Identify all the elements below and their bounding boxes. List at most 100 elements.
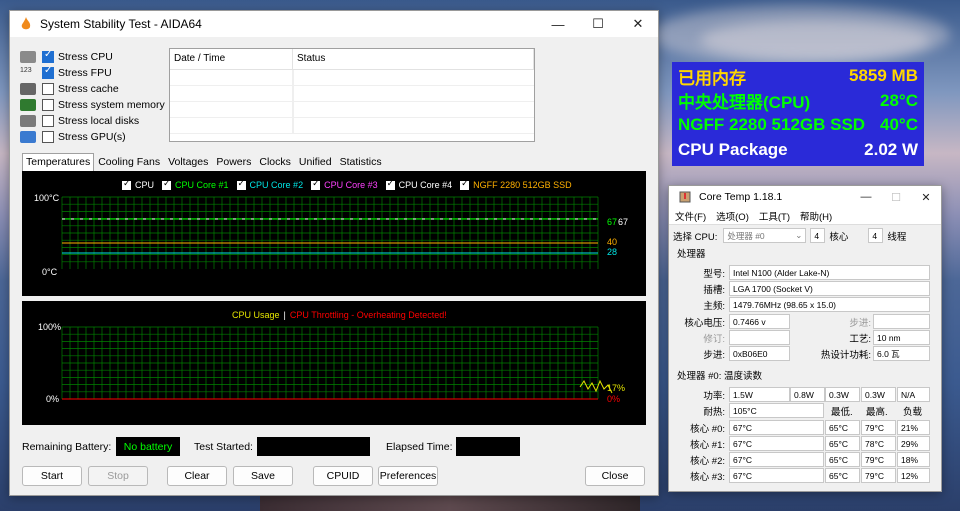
menu-help[interactable]: 帮助(H): [800, 209, 832, 223]
tab-cooling-fans[interactable]: Cooling Fans: [94, 153, 164, 171]
core-high: 78°C: [861, 436, 896, 451]
core-row: 核心 #2: 67°C 65°C 79°C 18%: [669, 452, 939, 468]
core-temp: 67°C: [729, 452, 824, 467]
cache-icon: [20, 83, 36, 95]
table-row: [170, 86, 534, 102]
tab-statistics[interactable]: Statistics: [336, 153, 386, 171]
legend-core3[interactable]: CPU Core #3: [311, 178, 378, 190]
save-button[interactable]: Save: [233, 466, 293, 486]
core-low: 65°C: [825, 420, 860, 435]
menu-options[interactable]: 选项(O): [716, 209, 749, 223]
revision-label: 修订:: [703, 334, 725, 345]
core-row: 核心 #0: 67°C 65°C 79°C 21%: [669, 420, 939, 436]
frequency-value: 1479.76MHz (98.65 x 15.0): [729, 297, 930, 312]
coretemp-title: Core Temp 1.18.1: [699, 191, 783, 203]
tab-temperatures[interactable]: Temperatures: [22, 153, 95, 171]
stress-gpu-label: Stress GPU(s): [58, 131, 126, 143]
legend-ssd[interactable]: NGFF 2280 512GB SSD: [460, 178, 572, 190]
tjmax-value: 105°C: [729, 403, 824, 418]
stress-disks-checkbox[interactable]: [42, 115, 54, 127]
legend-core2[interactable]: CPU Core #2: [236, 178, 303, 190]
tjmax-label: 耐热:: [703, 407, 725, 418]
menu-tools[interactable]: 工具(T): [759, 209, 790, 223]
throttle-value: 0%: [607, 394, 621, 404]
background-cloud: [700, 20, 930, 60]
osd-row-memory: 已用内存 5859 MB: [672, 64, 924, 89]
step-value-a: [873, 314, 930, 329]
vid-value: 0.7466 v: [729, 314, 790, 329]
stress-cache-option[interactable]: Stress cache: [20, 81, 165, 97]
stress-cpu-checkbox[interactable]: [42, 49, 54, 63]
graph-tabs: Temperatures Cooling Fans Voltages Power…: [22, 153, 386, 171]
stress-memory-option[interactable]: Stress system memory: [20, 97, 165, 113]
close-window-button[interactable]: ✕: [911, 186, 941, 208]
osd-label: 已用内存: [678, 68, 746, 88]
osd-row-cpu: 中央处理器(CPU) 28°C: [672, 89, 924, 114]
close-button[interactable]: Close: [585, 466, 645, 486]
stress-disks-label: Stress local disks: [58, 115, 140, 127]
osd-row-ssd: NGFF 2280 512GB SSD 40°C: [672, 113, 924, 138]
status-log-table[interactable]: Date / Time Status: [169, 48, 535, 142]
col-date-time[interactable]: Date / Time: [170, 49, 293, 69]
osd-value: 40°C: [880, 115, 918, 135]
coretemp-menubar: 文件(F) 选项(O) 工具(T) 帮助(H): [669, 208, 941, 225]
clear-button[interactable]: Clear: [167, 466, 227, 486]
tab-clocks[interactable]: Clocks: [255, 153, 295, 171]
stress-fpu-label: Stress FPU: [58, 67, 112, 79]
core-low: 65°C: [825, 468, 860, 483]
legend-core4[interactable]: CPU Core #4: [385, 178, 452, 190]
battery-label: Remaining Battery:: [22, 441, 112, 453]
tab-unified[interactable]: Unified: [295, 153, 336, 171]
stress-fpu-option[interactable]: 123 Stress FPU: [20, 65, 165, 81]
tdp-value: 6.0 瓦: [873, 346, 930, 361]
core-label: 核心 #3:: [690, 472, 725, 483]
core-label: 核心 #1:: [690, 440, 725, 451]
col-status[interactable]: Status: [293, 49, 534, 69]
step-label-a: 步进:: [849, 318, 871, 329]
start-button[interactable]: Start: [22, 466, 82, 486]
cpu-select-dropdown[interactable]: 处理器 #0 ⌄: [723, 228, 807, 243]
tab-powers[interactable]: Powers: [212, 153, 255, 171]
core-load: 21%: [897, 420, 930, 435]
core-row: 核心 #3: 67°C 65°C 79°C 12%: [669, 468, 939, 484]
stress-disks-option[interactable]: Stress local disks: [20, 113, 165, 129]
tab-voltages[interactable]: Voltages: [164, 153, 212, 171]
osd-value: 28°C: [880, 90, 918, 110]
stress-cache-checkbox[interactable]: [42, 83, 54, 95]
throttle-title: CPU Throttling - Overheating Detected!: [289, 310, 447, 320]
stress-options: Stress CPU 123 Stress FPU Stress cache S…: [20, 49, 165, 145]
stress-gpu-checkbox[interactable]: [42, 131, 54, 143]
stop-button[interactable]: Stop: [88, 466, 148, 486]
temp-cpu-value: 67: [618, 217, 629, 227]
battery-value: No battery: [116, 437, 180, 456]
close-window-button[interactable]: ✕: [618, 11, 658, 37]
maximize-button[interactable]: ☐: [578, 11, 618, 37]
stress-memory-checkbox[interactable]: [42, 99, 54, 111]
osd-row-package: CPU Package 2.02 W: [672, 138, 924, 163]
cpuid-button[interactable]: CPUID: [313, 466, 373, 486]
legend-cpu[interactable]: CPU: [122, 178, 154, 190]
socket-value: LGA 1700 (Socket V): [729, 281, 930, 296]
temperature-section-title: 处理器 #0: 温度读数: [677, 371, 762, 382]
vid-label: 核心电压:: [684, 318, 725, 329]
minimize-button[interactable]: —: [538, 11, 578, 37]
thermometer-icon: [677, 189, 693, 205]
test-started-label: Test Started:: [194, 441, 253, 453]
minimize-button[interactable]: —: [851, 186, 881, 208]
stress-cpu-option[interactable]: Stress CPU: [20, 49, 165, 65]
cpu-icon: [20, 51, 36, 63]
menu-file[interactable]: 文件(F): [675, 209, 706, 223]
legend-core1[interactable]: CPU Core #1: [162, 178, 229, 190]
core-label: 核心 #2:: [690, 456, 725, 467]
stress-fpu-checkbox[interactable]: [42, 65, 54, 79]
preferences-button[interactable]: Preferences: [378, 466, 438, 486]
osd-value: 2.02 W: [864, 139, 918, 159]
memory-icon: [20, 99, 36, 111]
stress-gpu-option[interactable]: Stress GPU(s): [20, 129, 165, 145]
aida-titlebar: System Stability Test - AIDA64 — ☐ ✕: [10, 11, 658, 37]
maximize-button[interactable]: ☐: [881, 186, 911, 208]
osd-label: CPU Package: [678, 139, 788, 159]
processor-section-title: 处理器: [677, 249, 706, 260]
stress-cpu-label: Stress CPU: [58, 51, 113, 63]
cores-count: 4: [810, 228, 826, 243]
